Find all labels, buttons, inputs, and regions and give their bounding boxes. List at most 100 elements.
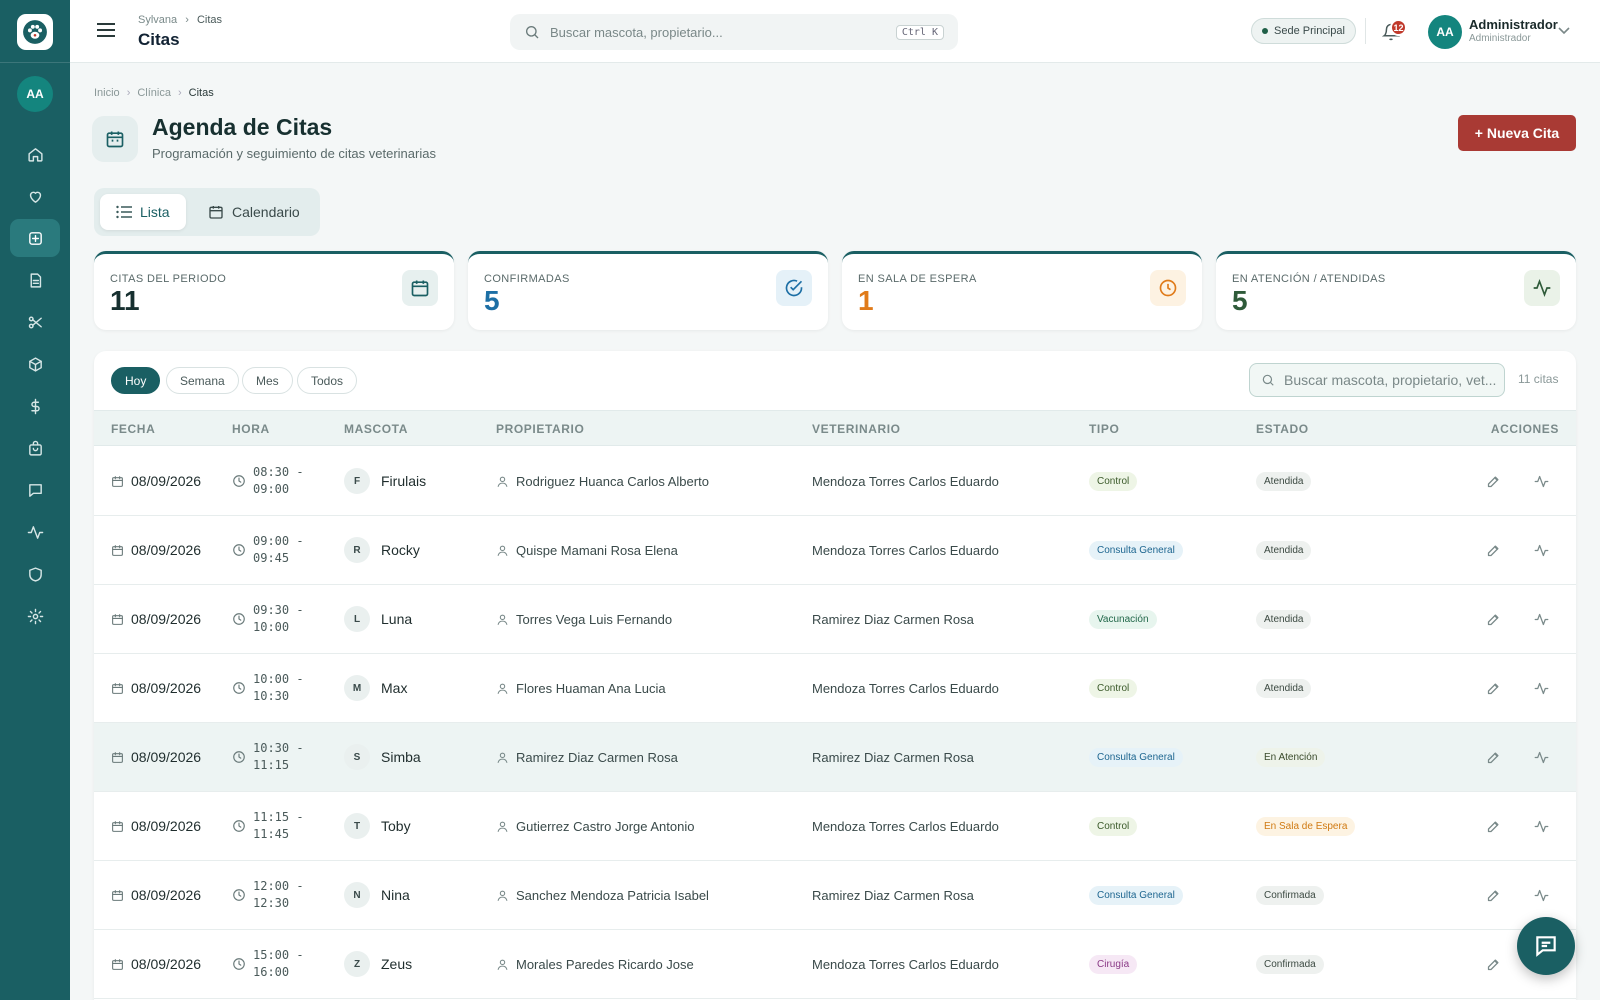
col-veterinario[interactable]: VETERINARIO (812, 422, 901, 436)
header-brand[interactable]: Sylvana (138, 14, 177, 26)
sidebar-item-chat[interactable] (10, 471, 60, 509)
activity-icon[interactable] (1528, 468, 1554, 494)
pet-name[interactable]: Max (381, 680, 407, 696)
pet-name[interactable]: Toby (381, 818, 411, 834)
cell-type: Control (1089, 447, 1138, 515)
user-icon (496, 751, 509, 764)
owner-name[interactable]: Morales Paredes Ricardo Jose (516, 957, 694, 972)
time-start: 15:00 - (253, 948, 304, 962)
cell-pet[interactable]: M Max (344, 654, 407, 722)
owner-name[interactable]: Flores Huaman Ana Lucia (516, 681, 666, 696)
tab-list[interactable]: Lista (100, 194, 186, 230)
sidebar-item-activity[interactable] (10, 513, 60, 551)
activity-icon[interactable] (1528, 813, 1554, 839)
filter-hoy[interactable]: Hoy (111, 367, 161, 394)
activity-icon[interactable] (1528, 675, 1554, 701)
edit-icon[interactable] (1480, 813, 1506, 839)
edit-icon[interactable] (1480, 606, 1506, 632)
cell-pet[interactable]: L Luna (344, 585, 412, 653)
table-search[interactable]: Buscar mascota, propietario, vet... (1249, 363, 1505, 397)
tab-calendar[interactable]: Calendario (194, 194, 314, 230)
edit-icon[interactable] (1480, 675, 1506, 701)
sidebar-item-scissors[interactable] (10, 303, 60, 341)
cell-pet[interactable]: S Simba (344, 723, 421, 791)
cell-pet[interactable]: Z Zeus (344, 930, 412, 998)
activity-icon[interactable] (1528, 606, 1554, 632)
edit-icon[interactable] (1480, 468, 1506, 494)
owner-name[interactable]: Quispe Mamani Rosa Elena (516, 543, 678, 558)
breadcrumb-clinica[interactable]: Clínica (137, 87, 171, 99)
pet-name[interactable]: Rocky (381, 542, 420, 558)
chat-support-button[interactable] (1517, 917, 1575, 975)
pet-name[interactable]: Nina (381, 887, 410, 903)
owner-name[interactable]: Gutierrez Castro Jorge Antonio (516, 819, 694, 834)
sidebar-item-dollar[interactable] (10, 387, 60, 425)
sede-selector[interactable]: Sede Principal (1251, 18, 1356, 44)
col-propietario[interactable]: PROPIETARIO (496, 422, 584, 436)
paw-logo-icon[interactable] (17, 14, 53, 50)
sidebar-item-home[interactable] (10, 135, 60, 173)
col-tipo[interactable]: TIPO (1089, 422, 1119, 436)
table-row[interactable]: 08/09/2026 15:00 - 16:00 Z Zeus Morales Pared… (94, 930, 1576, 999)
sidebar-item-shield[interactable] (10, 555, 60, 593)
cell-pet[interactable]: T Toby (344, 792, 411, 860)
activity-icon[interactable] (1528, 882, 1554, 908)
owner-name[interactable]: Sanchez Mendoza Patricia Isabel (516, 888, 709, 903)
user-name[interactable]: Administrador (1469, 17, 1558, 32)
cell-vet: Ramirez Diaz Carmen Rosa (812, 585, 974, 653)
menu-icon[interactable] (97, 22, 115, 38)
cell-pet[interactable]: F Firulais (344, 447, 426, 515)
cell-pet[interactable]: R Rocky (344, 516, 420, 584)
pet-name[interactable]: Firulais (381, 473, 426, 489)
table-row[interactable]: 08/09/2026 09:30 - 10:00 L Luna Torres Vega L… (94, 585, 1576, 654)
activity-icon[interactable] (1528, 744, 1554, 770)
table-row[interactable]: 08/09/2026 12:00 - 12:30 N Nina Sanchez Mendo… (94, 861, 1576, 930)
edit-icon[interactable] (1480, 744, 1506, 770)
cell-state: Atendida (1256, 516, 1312, 584)
cell-pet[interactable]: N Nina (344, 861, 410, 929)
sidebar-item-plus-square[interactable] (10, 219, 60, 257)
activity-icon (27, 524, 44, 541)
col-fecha[interactable]: FECHA (111, 422, 155, 436)
owner-name[interactable]: Ramirez Diaz Carmen Rosa (516, 750, 678, 765)
table-search-input[interactable]: Buscar mascota, propietario, vet... (1284, 372, 1496, 388)
edit-icon[interactable] (1480, 882, 1506, 908)
owner-name[interactable]: Torres Vega Luis Fernando (516, 612, 672, 627)
table-row[interactable]: 08/09/2026 10:30 - 11:15 S Simba Ramirez Diaz… (94, 723, 1576, 792)
table-row[interactable]: 08/09/2026 11:15 - 11:45 T Toby Gutierrez Cas… (94, 792, 1576, 861)
owner-name[interactable]: Rodriguez Huanca Carlos Alberto (516, 474, 709, 489)
sidebar-item-heart[interactable] (10, 177, 60, 215)
activity-icon[interactable] (1528, 537, 1554, 563)
edit-icon[interactable] (1480, 951, 1506, 977)
breadcrumb-inicio[interactable]: Inicio (94, 87, 120, 99)
sidebar-item-document[interactable] (10, 261, 60, 299)
global-search[interactable]: Buscar mascota, propietario... Ctrl K (510, 14, 958, 50)
table-row[interactable]: 08/09/2026 08:30 - 09:00 F Firulais Rodriguez… (94, 447, 1576, 516)
pet-name[interactable]: Luna (381, 611, 412, 627)
sidebar-item-gear[interactable] (10, 597, 60, 635)
filter-mes[interactable]: Mes (242, 367, 293, 394)
user-avatar[interactable]: AA (1428, 15, 1462, 49)
table-row[interactable]: 08/09/2026 10:00 - 10:30 M Max Flores Huaman … (94, 654, 1576, 723)
sidebar-item-box[interactable] (10, 345, 60, 383)
user-icon (496, 475, 509, 488)
user-icon (496, 682, 509, 695)
table-row[interactable]: 08/09/2026 09:00 - 09:45 R Rocky Quispe Maman… (94, 516, 1576, 585)
time-start: 12:00 - (253, 879, 304, 893)
global-search-input[interactable]: Buscar mascota, propietario... (550, 25, 896, 40)
new-appointment-button[interactable]: + Nueva Cita (1458, 115, 1576, 151)
col-hora[interactable]: HORA (232, 422, 270, 436)
sidebar-item-bag[interactable] (10, 429, 60, 467)
col-mascota[interactable]: MASCOTA (344, 422, 408, 436)
sidebar-avatar[interactable]: AA (17, 76, 53, 112)
col-estado[interactable]: ESTADO (1256, 422, 1309, 436)
stat-value: 11 (110, 285, 140, 316)
pet-name[interactable]: Zeus (381, 956, 412, 972)
pet-name[interactable]: Simba (381, 749, 421, 765)
user-icon (496, 958, 509, 971)
filter-todos[interactable]: Todos (297, 367, 358, 394)
sede-label: Sede Principal (1274, 25, 1345, 37)
chevron-down-icon[interactable] (1558, 27, 1570, 35)
edit-icon[interactable] (1480, 537, 1506, 563)
filter-semana[interactable]: Semana (166, 367, 239, 394)
